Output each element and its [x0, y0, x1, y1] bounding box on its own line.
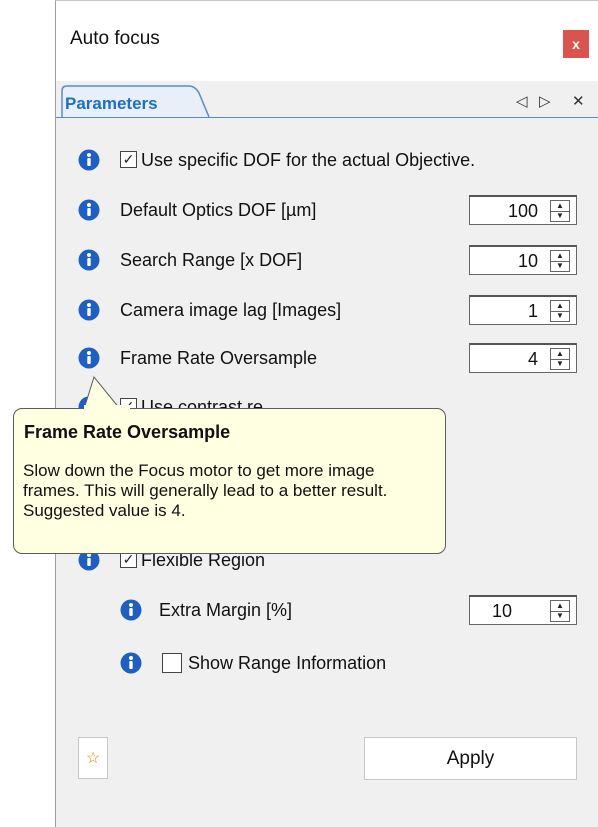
- info-icon[interactable]: [78, 347, 100, 369]
- frame-rate-label: Frame Rate Oversample: [120, 348, 318, 368]
- tab-close-icon[interactable]: ✕: [572, 92, 585, 110]
- default-dof-label: Default Optics DOF [µm]: [120, 200, 317, 220]
- spin-down-icon[interactable]: ▼: [551, 611, 569, 621]
- tooltip: Frame Rate Oversample Slow down the Focu…: [13, 408, 446, 554]
- info-icon[interactable]: [78, 249, 100, 271]
- extra-margin-label: Extra Margin [%]: [159, 600, 293, 620]
- extra-margin-row: Extra Margin [%] 10 ▲ ▼: [120, 595, 578, 625]
- apply-button[interactable]: Apply: [364, 737, 577, 780]
- search-range-value: 10: [517, 251, 538, 271]
- search-range-row: Search Range [x DOF] 10 ▲ ▼: [78, 245, 578, 275]
- spin-down-icon[interactable]: ▼: [551, 311, 569, 321]
- info-icon[interactable]: [78, 199, 100, 221]
- info-icon[interactable]: [78, 149, 100, 171]
- spinner-buttons: ▲ ▼: [550, 348, 570, 370]
- tab-parameters[interactable]: Parameters: [61, 85, 211, 118]
- title-bar: Auto focus x: [56, 1, 598, 81]
- window-title: Auto focus: [70, 28, 160, 49]
- search-range-spinner[interactable]: 10 ▲ ▼: [469, 245, 577, 275]
- spin-down-icon[interactable]: ▼: [551, 211, 569, 221]
- frame-rate-value: 4: [527, 349, 538, 369]
- spinner-buttons: ▲ ▼: [550, 250, 570, 272]
- search-range-label: Search Range [x DOF]: [120, 250, 303, 270]
- star-icon: ☆: [85, 750, 101, 767]
- spinner-buttons: ▲ ▼: [550, 300, 570, 322]
- spinner-buttons: ▲ ▼: [550, 600, 570, 622]
- default-dof-spinner[interactable]: 100 ▲ ▼: [469, 195, 577, 225]
- info-icon[interactable]: [78, 299, 100, 321]
- frame-rate-spinner[interactable]: 4 ▲ ▼: [469, 343, 577, 373]
- use-dof-checkbox[interactable]: ✓: [120, 151, 137, 168]
- image-lag-label: Camera image lag [Images]: [120, 300, 342, 320]
- tab-parameters-label: Parameters: [65, 94, 158, 113]
- tooltip-body: Slow down the Focus motor to get more im…: [23, 461, 388, 520]
- favorite-button[interactable]: ☆: [78, 737, 108, 779]
- tooltip-title: Frame Rate Oversample: [24, 422, 231, 442]
- use-dof-label: Use specific DOF for the actual Objectiv…: [141, 150, 476, 170]
- show-range-label: Show Range Information: [188, 653, 387, 673]
- tooltip-pointer-join: [84, 405, 130, 411]
- spin-down-icon[interactable]: ▼: [551, 359, 569, 369]
- image-lag-row: Camera image lag [Images] 1 ▲ ▼: [78, 295, 578, 325]
- show-range-row: Show Range Information: [120, 648, 480, 678]
- tab-prev-icon[interactable]: ◁: [516, 92, 528, 110]
- image-lag-spinner[interactable]: 1 ▲ ▼: [469, 295, 577, 325]
- tab-next-icon[interactable]: ▷: [539, 92, 551, 110]
- default-dof-value: 100: [507, 201, 538, 221]
- frame-rate-row: Frame Rate Oversample 4 ▲ ▼: [78, 343, 578, 373]
- spinner-buttons: ▲ ▼: [550, 200, 570, 222]
- tab-underline: [56, 117, 598, 118]
- close-window-button[interactable]: x: [563, 30, 589, 58]
- default-dof-row: Default Optics DOF [µm] 100 ▲ ▼: [78, 195, 578, 225]
- spin-down-icon[interactable]: ▼: [551, 261, 569, 271]
- show-range-checkbox[interactable]: [162, 653, 182, 673]
- extra-margin-spinner[interactable]: 10 ▲ ▼: [469, 595, 577, 625]
- info-icon[interactable]: [120, 599, 142, 621]
- info-icon[interactable]: [120, 652, 142, 674]
- extra-margin-value: 10: [492, 601, 513, 621]
- image-lag-value: 1: [527, 301, 538, 321]
- use-dof-row: ✓ Use specific DOF for the actual Object…: [78, 145, 578, 175]
